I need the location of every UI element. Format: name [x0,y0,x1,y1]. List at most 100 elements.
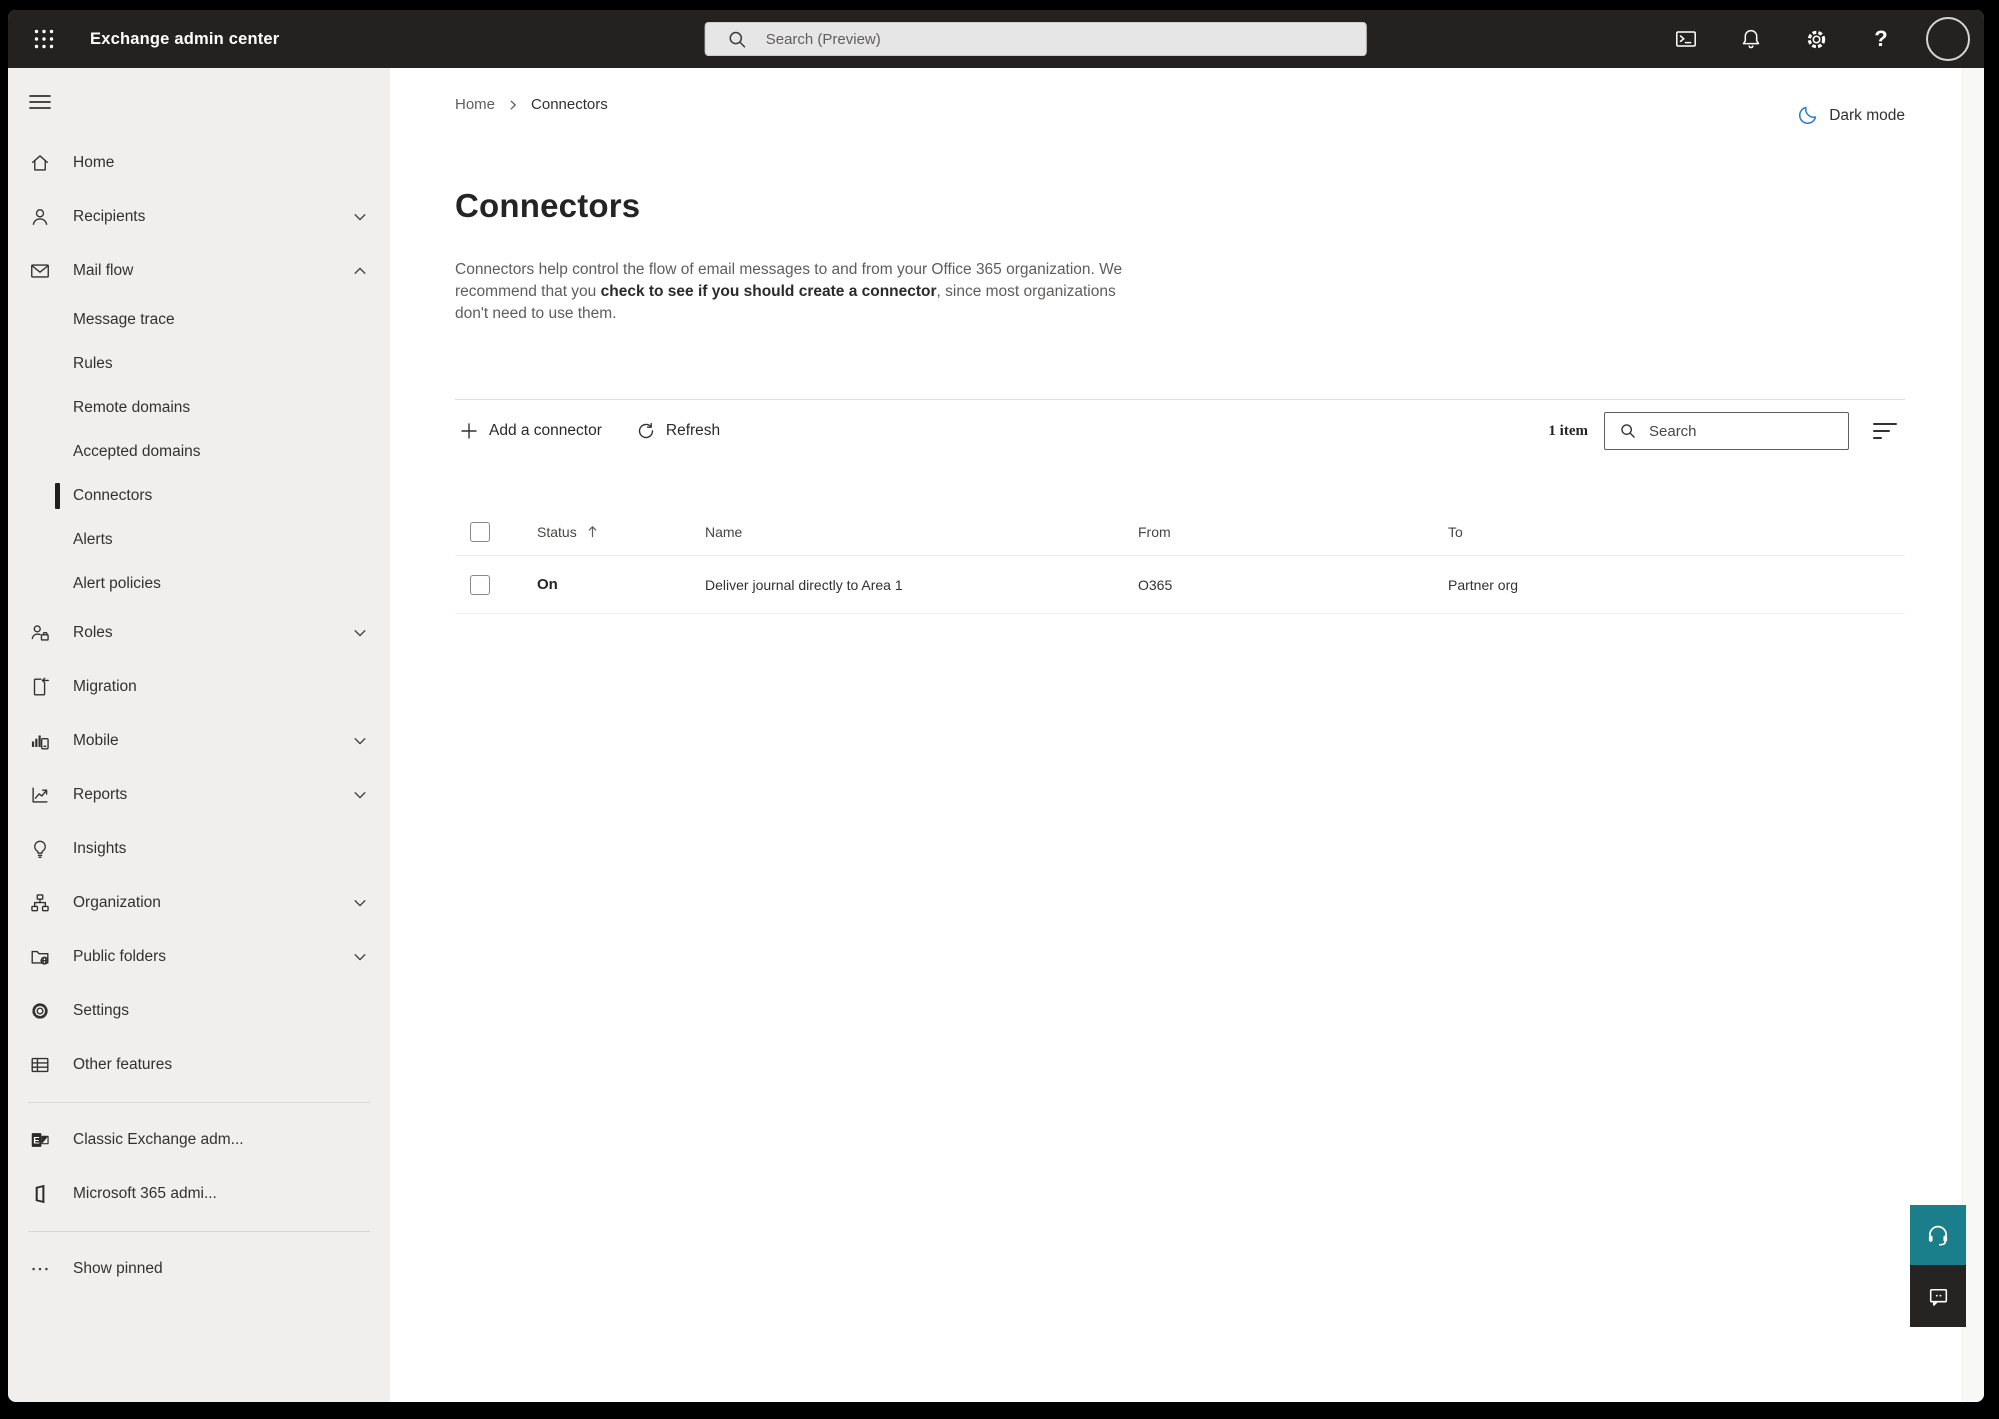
dark-mode-label: Dark mode [1829,106,1905,124]
sidebar-item-migration[interactable]: Migration [8,660,390,714]
breadcrumb-home-link[interactable]: Home [455,96,495,113]
breadcrumb-current: Connectors [531,96,608,113]
add-connector-label: Add a connector [489,422,602,439]
app-launcher-button[interactable] [22,17,66,61]
sidebar-item-home[interactable]: Home [8,136,390,190]
sidebar-item-show-pinned[interactable]: Show pinned [8,1242,390,1296]
office-logo-icon [29,1183,51,1205]
app-window: Exchange admin center Search (Preview) ?… [8,10,1984,1402]
chevron-up-icon [352,263,368,279]
connectors-list-section: Add a connector Refresh 1 item Search St… [455,399,1905,614]
notifications-button[interactable] [1729,17,1773,61]
sidebar-item-public-folders[interactable]: Public folders [8,930,390,984]
top-bar: Exchange admin center Search (Preview) ? [8,10,1984,68]
row-checkbox[interactable] [470,574,490,595]
chevron-right-icon [507,99,519,111]
sidebar-item-connectors[interactable]: Connectors [8,474,390,518]
moon-icon [1799,106,1817,125]
sort-ascending-icon [585,524,600,539]
sidebar-item-other-features[interactable]: Other features [8,1038,390,1092]
sidebar-divider [28,1102,370,1103]
list-search-box[interactable] [1604,412,1849,450]
add-connector-button[interactable]: Add a connector [455,415,606,447]
chevron-down-icon [352,949,368,965]
select-all-checkbox[interactable] [470,521,490,542]
sidebar-item-remote-domains[interactable]: Remote domains [8,386,390,430]
sidebar-nav: Home Recipients Mail flow Message trace … [8,68,390,1402]
mail-icon [29,260,51,282]
item-count: 1 item [1548,422,1588,439]
ellipsis-icon [29,1258,51,1280]
powershell-button[interactable] [1664,17,1708,61]
sidebar-item-reports[interactable]: Reports [8,768,390,822]
sidebar-item-mail-flow[interactable]: Mail flow [8,244,390,298]
list-toolbar: Add a connector Refresh 1 item [455,400,1905,462]
help-button-stack [1910,1205,1966,1327]
dark-mode-toggle[interactable]: Dark mode [1796,104,1905,127]
mobile-icon [29,730,51,752]
migration-icon [29,676,51,698]
sidebar-item-alert-policies[interactable]: Alert policies [8,562,390,606]
list-search-input[interactable] [1649,422,1848,440]
sidebar-item-mobile[interactable]: Mobile [8,714,390,768]
connector-name[interactable]: Deliver journal directly to Area 1 [705,577,903,593]
refresh-button[interactable]: Refresh [632,415,724,447]
sidebar-item-organization[interactable]: Organization [8,876,390,930]
create-connector-link[interactable]: check to see if you should create a conn… [601,283,937,300]
support-button[interactable] [1910,1205,1966,1265]
sidebar-item-rules[interactable]: Rules [8,342,390,386]
sidebar-item-microsoft-365-admin[interactable]: Microsoft 365 admi... [8,1167,390,1221]
collapse-nav-button[interactable] [18,82,62,122]
refresh-icon [636,421,656,441]
page-title: Connectors [455,187,641,224]
person-icon [29,206,51,228]
sidebar-item-message-trace[interactable]: Message trace [8,298,390,342]
table-header-row: Status Name From To [455,508,1905,556]
sidebar-item-accepted-domains[interactable]: Accepted domains [8,430,390,474]
filter-icon [1873,423,1897,425]
hamburger-icon [29,95,51,109]
page-description: Connectors help control the flow of emai… [455,259,1127,325]
app-title: Exchange admin center [90,29,280,48]
roles-icon [29,622,51,644]
chevron-down-icon [352,625,368,641]
connector-status: On [537,576,558,593]
topbar-actions: ? [1643,17,1970,61]
column-header-name[interactable]: Name [705,524,742,540]
column-header-from[interactable]: From [1138,524,1171,540]
exchange-logo-icon: E [29,1129,51,1151]
sidebar-item-alerts[interactable]: Alerts [8,518,390,562]
feedback-bubble-icon [1929,1288,1947,1306]
sidebar-item-roles[interactable]: Roles [8,606,390,660]
breadcrumb: Home Connectors [455,96,608,113]
refresh-label: Refresh [665,422,721,439]
vertical-scrollbar[interactable] [1962,68,1984,1402]
filter-button[interactable] [1873,415,1905,447]
sidebar-item-classic-exchange-admin[interactable]: E Classic Exchange adm... [8,1113,390,1167]
settings-button[interactable] [1794,17,1838,61]
connector-to: Partner org [1448,576,1519,593]
sidebar-item-recipients[interactable]: Recipients [8,190,390,244]
bell-icon [1742,29,1760,49]
column-header-status[interactable]: Status [537,524,577,540]
chevron-down-icon [352,209,368,225]
table-row[interactable]: On Deliver journal directly to Area 1 O3… [455,556,1905,614]
connector-from: O365 [1138,576,1173,593]
feedback-button[interactable] [1910,1265,1966,1327]
org-chart-icon [29,892,51,914]
column-header-to[interactable]: To [1448,524,1463,540]
chevron-down-icon [352,895,368,911]
sidebar-item-insights[interactable]: Insights [8,822,390,876]
global-search-input[interactable] [765,30,1357,48]
app-launcher-icon [34,29,54,49]
svg-text:E: E [33,1135,40,1146]
sidebar-item-settings[interactable]: Settings [8,984,390,1038]
help-button[interactable]: ? [1859,17,1903,61]
main-content: Home Connectors Dark mode Connectors Con… [390,68,1984,1402]
home-icon [29,152,51,174]
account-avatar[interactable] [1926,17,1970,61]
plus-icon [459,421,479,441]
global-search-box[interactable] [704,22,1367,56]
search-icon [1619,422,1637,440]
gear-icon [1807,30,1825,48]
